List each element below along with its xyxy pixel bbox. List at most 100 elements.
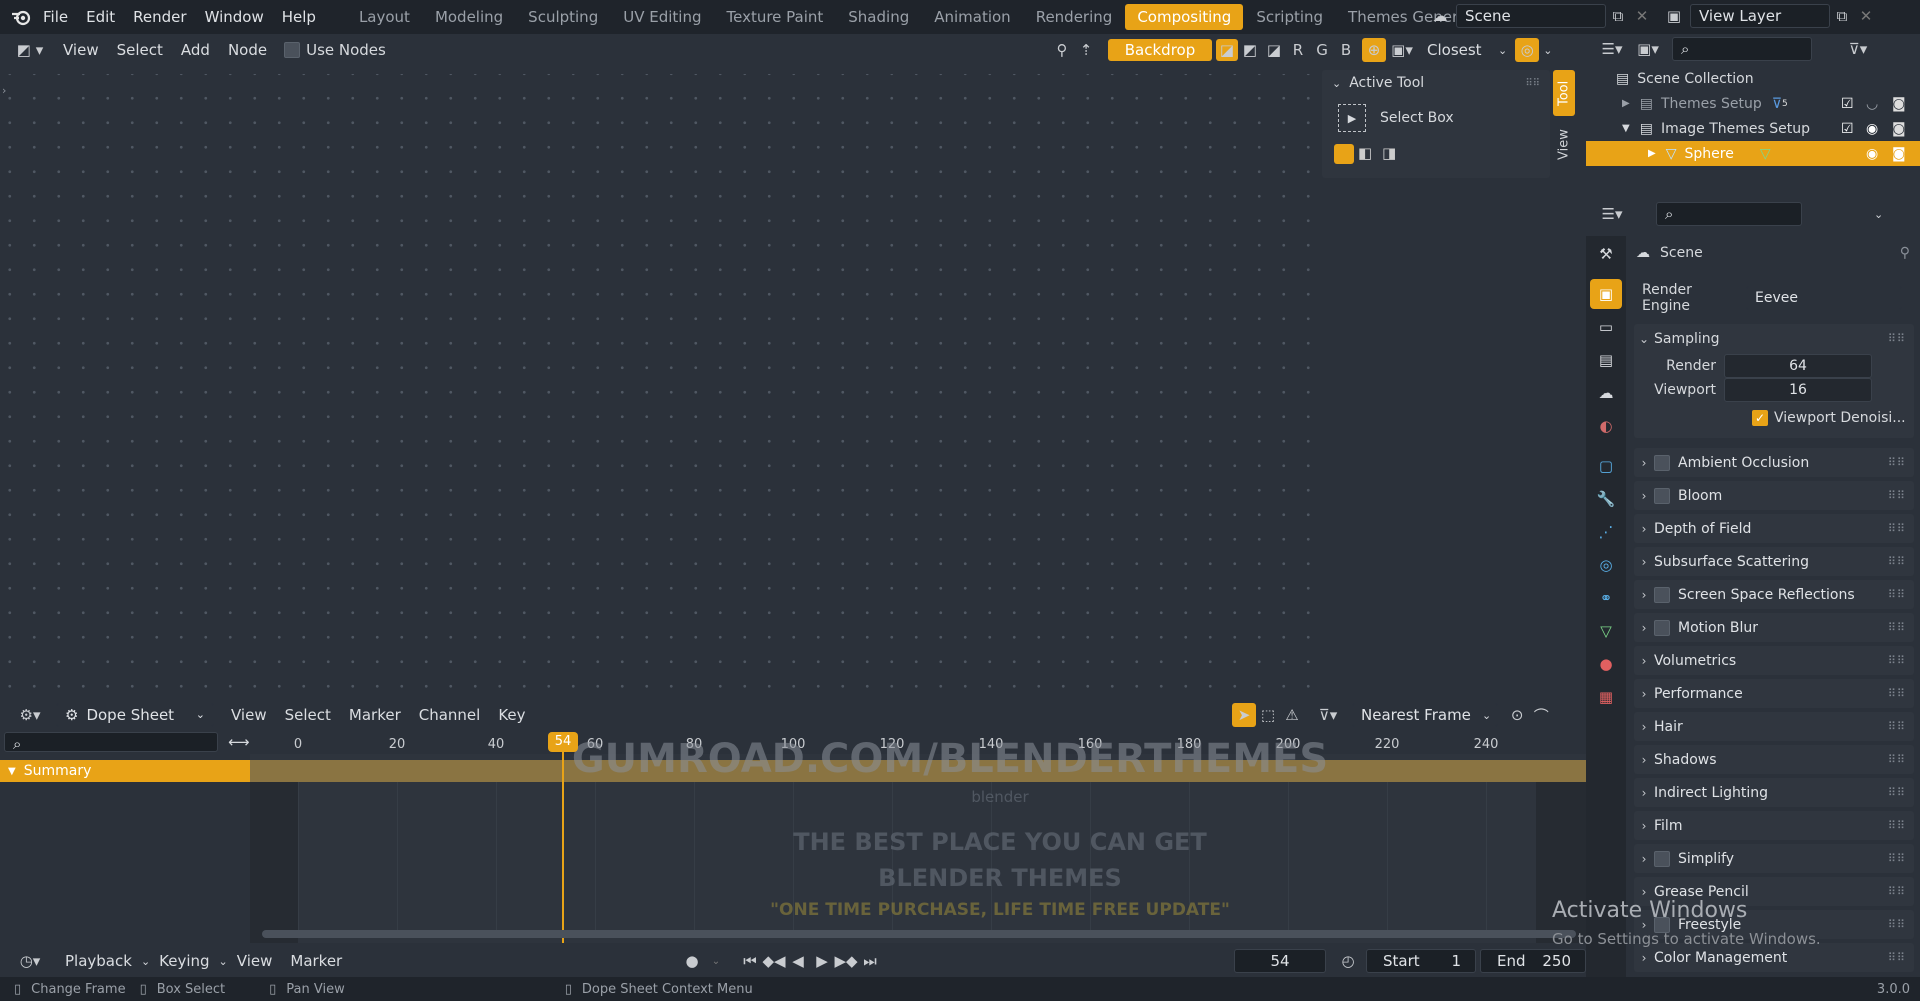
horizontal-scrollbar[interactable] bbox=[262, 930, 1576, 938]
eye-hidden-icon[interactable]: ◡ bbox=[1866, 96, 1878, 112]
overlay-chevron-icon[interactable]: ⌄ bbox=[1543, 44, 1552, 57]
outliner-row-themes-setup[interactable]: ▶ ▤ Themes Setup ⊽ 5 ☑ ◡ ◙ bbox=[1586, 91, 1920, 116]
keyframe-type-icon[interactable]: ⌄ bbox=[704, 949, 728, 973]
editor-type-icon[interactable]: ◷▾ bbox=[12, 949, 48, 973]
display-mode-icon[interactable]: ▣▾ bbox=[1630, 37, 1666, 61]
play-icon[interactable]: ▶ bbox=[810, 949, 834, 973]
panel-simplify[interactable]: › Simplify ⠿⠿ bbox=[1634, 844, 1914, 873]
denoise-checkbox[interactable]: ✓ bbox=[1752, 410, 1768, 426]
expand-chevron-icon[interactable]: › bbox=[1634, 588, 1654, 602]
expand-chevron-icon[interactable]: › bbox=[1634, 522, 1654, 536]
ne-menu-node[interactable]: Node bbox=[219, 41, 276, 59]
drag-handle-icon[interactable]: ⠿⠿ bbox=[1888, 852, 1906, 865]
expand-chevron-icon[interactable]: › bbox=[1634, 621, 1654, 635]
scene-icon[interactable]: ☁ bbox=[1590, 378, 1622, 408]
falloff-icon[interactable]: ⌒ bbox=[1529, 703, 1553, 727]
mode-new-icon[interactable] bbox=[1334, 144, 1354, 164]
ne-menu-view[interactable]: View bbox=[54, 41, 108, 59]
render-engine-dropdown[interactable]: Eevee bbox=[1746, 286, 1902, 310]
mode-subtract-icon[interactable]: ◨ bbox=[1382, 144, 1402, 164]
expand-chevron-icon[interactable]: › bbox=[1634, 687, 1654, 701]
current-frame-field[interactable]: 54 bbox=[1234, 949, 1326, 973]
outliner-search-input[interactable]: ⌕ bbox=[1672, 37, 1812, 61]
expand-chevron-icon[interactable]: › bbox=[1634, 720, 1654, 734]
panel-volumetrics[interactable]: › Volumetrics ⠿⠿ bbox=[1634, 646, 1914, 675]
ne-menu-add[interactable]: Add bbox=[172, 41, 219, 59]
dope-menu-channel[interactable]: Channel bbox=[410, 706, 490, 724]
drag-handle-icon[interactable]: ⠿⠿ bbox=[1888, 753, 1906, 766]
summary-row[interactable]: ▼ Summary bbox=[0, 760, 250, 782]
backdrop-alpha-icon[interactable]: ◩ bbox=[1238, 38, 1262, 62]
node-editor-canvas[interactable] bbox=[0, 74, 1310, 694]
drag-handle-icon[interactable]: ⠿⠿ bbox=[1525, 78, 1540, 89]
menu-marker[interactable]: Marker bbox=[281, 952, 351, 970]
overlay-icon[interactable]: ◎ bbox=[1515, 38, 1540, 62]
particles-icon[interactable]: ⋰ bbox=[1590, 517, 1622, 547]
proportional-icon[interactable]: ⊙ bbox=[1505, 703, 1529, 727]
tab-layout[interactable]: Layout bbox=[347, 4, 422, 30]
panel-enable-checkbox[interactable] bbox=[1654, 586, 1670, 603]
tab-animation[interactable]: Animation bbox=[922, 4, 1022, 30]
filter-icon[interactable]: ⊽▾ bbox=[1310, 703, 1346, 727]
dope-menu-view[interactable]: View bbox=[222, 706, 276, 724]
copy-scene-icon[interactable]: ⧉ bbox=[1606, 4, 1630, 28]
filter-icon[interactable]: ⊽▾ bbox=[1840, 37, 1876, 61]
output-icon[interactable]: ▭ bbox=[1590, 312, 1622, 342]
eye-icon[interactable]: ◉ bbox=[1866, 146, 1878, 162]
drag-handle-icon[interactable]: ⠿⠿ bbox=[1888, 918, 1906, 931]
drag-handle-icon[interactable]: ⠿⠿ bbox=[1888, 687, 1906, 700]
expand-arrow-icon[interactable]: ▶ bbox=[1648, 148, 1656, 159]
ne-menu-select[interactable]: Select bbox=[108, 41, 172, 59]
snap-target-icon[interactable]: ▣▾ bbox=[1386, 38, 1418, 62]
panel-performance[interactable]: › Performance ⠿⠿ bbox=[1634, 679, 1914, 708]
drag-handle-icon[interactable]: ⠿⠿ bbox=[1888, 522, 1906, 535]
mode-extend-icon[interactable]: ◧ bbox=[1358, 144, 1378, 164]
editor-type-icon[interactable]: ◩ ▾ bbox=[12, 38, 48, 62]
preview-range-icon[interactable]: ◴ bbox=[1336, 949, 1360, 973]
expand-chevron-icon[interactable]: › bbox=[1634, 819, 1654, 833]
panel-shadows[interactable]: › Shadows ⠿⠿ bbox=[1634, 745, 1914, 774]
outliner-row-image-themes-setup[interactable]: ▼ ▤ Image Themes Setup ☑ ◉ ◙ bbox=[1586, 116, 1920, 141]
tab-tool[interactable]: Tool bbox=[1553, 70, 1575, 116]
panel-motion-blur[interactable]: › Motion Blur ⠿⠿ bbox=[1634, 613, 1914, 642]
panel-enable-checkbox[interactable] bbox=[1654, 619, 1670, 636]
drag-handle-icon[interactable]: ⠿⠿ bbox=[1888, 654, 1906, 667]
panel-subsurface-scattering[interactable]: › Subsurface Scattering ⠿⠿ bbox=[1634, 547, 1914, 576]
drag-handle-icon[interactable]: ⠿⠿ bbox=[1888, 720, 1906, 733]
backdrop-button[interactable]: Backdrop bbox=[1108, 39, 1212, 61]
toolbar-expand-icon[interactable]: › bbox=[2, 84, 6, 97]
tab-scripting[interactable]: Scripting bbox=[1244, 4, 1335, 30]
copy-view-layer-icon[interactable]: ⧉ bbox=[1830, 4, 1854, 28]
play-reverse-icon[interactable]: ◀ bbox=[786, 949, 810, 973]
sync-width-icon[interactable]: ⟷ bbox=[228, 733, 250, 751]
modifier-icon[interactable]: 🔧 bbox=[1590, 484, 1622, 514]
render-icon[interactable]: ▣ bbox=[1590, 279, 1622, 309]
pin-icon[interactable]: ⚲ bbox=[1050, 38, 1074, 62]
only-errors-icon[interactable]: ⚠ bbox=[1280, 703, 1304, 727]
drag-handle-icon[interactable]: ⠿⠿ bbox=[1888, 819, 1906, 832]
snap-mode-dropdown[interactable]: Closest bbox=[1418, 41, 1498, 59]
object-icon[interactable]: ▢ bbox=[1590, 451, 1622, 481]
drag-handle-icon[interactable]: ⠿⠿ bbox=[1888, 456, 1906, 469]
panel-indirect-lighting[interactable]: › Indirect Lighting ⠿⠿ bbox=[1634, 778, 1914, 807]
tab-sculpting[interactable]: Sculpting bbox=[516, 4, 610, 30]
drag-handle-icon[interactable]: ⠿⠿ bbox=[1888, 588, 1906, 601]
tab-view[interactable]: View bbox=[1553, 122, 1575, 168]
panel-hair[interactable]: › Hair ⠿⠿ bbox=[1634, 712, 1914, 741]
collapse-chevron-icon[interactable]: ⌄ bbox=[1634, 332, 1654, 346]
next-keyframe-icon[interactable]: ▶◆ bbox=[834, 949, 858, 973]
collapse-chevron-icon[interactable]: ⌄ bbox=[1332, 77, 1341, 90]
snap-icon[interactable]: ⊕ bbox=[1362, 38, 1386, 62]
backdrop-image-icon[interactable]: ◪ bbox=[1262, 38, 1286, 62]
dope-mode-dropdown[interactable]: ⚙ Dope Sheet ⌄ bbox=[56, 703, 214, 727]
panel-depth-of-field[interactable]: › Depth of Field ⠿⠿ bbox=[1634, 514, 1914, 543]
tab-modeling[interactable]: Modeling bbox=[423, 4, 515, 30]
expand-chevron-icon[interactable]: › bbox=[1634, 885, 1654, 899]
panel-screen-space-reflections[interactable]: › Screen Space Reflections ⠿⠿ bbox=[1634, 580, 1914, 609]
select-box-tool-icon[interactable]: ▶ bbox=[1338, 104, 1366, 132]
drag-handle-icon[interactable]: ⠿⠿ bbox=[1888, 951, 1906, 964]
data-icon[interactable]: ▽ bbox=[1590, 616, 1622, 646]
dope-menu-marker[interactable]: Marker bbox=[340, 706, 410, 724]
camera-icon[interactable]: ◙ bbox=[1892, 96, 1906, 112]
tab-uv-editing[interactable]: UV Editing bbox=[611, 4, 713, 30]
